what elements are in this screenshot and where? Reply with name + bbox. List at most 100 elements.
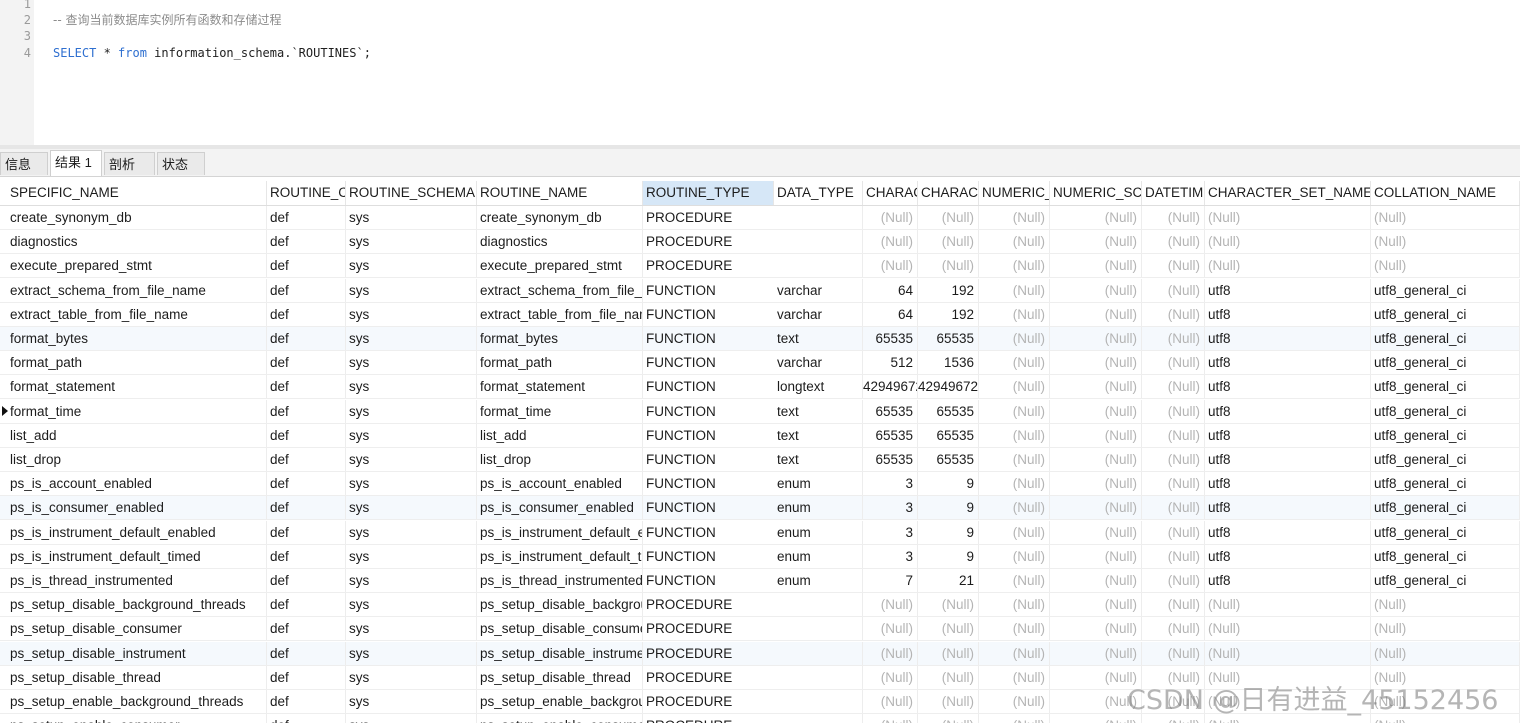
cell-character-octet-length[interactable]: (Null): [918, 206, 979, 229]
cell-routine-schema[interactable]: sys: [346, 496, 477, 520]
cell-data-type[interactable]: varchar: [774, 278, 863, 302]
cell-specific-name[interactable]: list_add: [7, 423, 267, 447]
cell-numeric-precision[interactable]: (Null): [979, 665, 1050, 689]
cell-data-type[interactable]: [774, 714, 863, 723]
cell-routine-name[interactable]: ps_setup_enable_consumer: [477, 714, 643, 723]
cell-specific-name[interactable]: ps_setup_disable_thread: [7, 665, 267, 689]
table-row[interactable]: ps_is_instrument_default_enabled def sys ps…: [0, 520, 1520, 545]
cell-routine-name[interactable]: ps_is_instrument_default_enabled: [477, 520, 643, 544]
cell-numeric-scale[interactable]: (Null): [1050, 423, 1142, 447]
cell-character-octet-length[interactable]: (Null): [918, 617, 979, 641]
cell-specific-name[interactable]: diagnostics: [7, 230, 267, 254]
cell-routine-name[interactable]: format_bytes: [477, 327, 643, 350]
cell-collation-name[interactable]: utf8_general_ci: [1371, 399, 1520, 423]
cell-specific-name[interactable]: ps_setup_disable_consumer: [7, 617, 267, 641]
column-header-character-maximum-length[interactable]: CHARACTER_MAXIMUM_LENGTH: [863, 181, 918, 205]
cell-routine-catalog[interactable]: def: [267, 714, 346, 723]
cell-specific-name[interactable]: ps_is_thread_instrumented: [7, 569, 267, 592]
code-line[interactable]: 2 -- 查询当前数据库实例所有函数和存储过程: [0, 12, 1500, 28]
cell-routine-type[interactable]: FUNCTION: [643, 521, 774, 544]
cell-datetime-precision[interactable]: (Null): [1142, 278, 1205, 302]
cell-datetime-precision[interactable]: (Null): [1142, 327, 1205, 350]
cell-routine-catalog[interactable]: def: [267, 520, 346, 544]
cell-character-maximum-length[interactable]: 3: [863, 496, 918, 520]
cell-routine-catalog[interactable]: def: [267, 327, 346, 350]
cell-datetime-precision[interactable]: (Null): [1142, 206, 1205, 229]
cell-character-octet-length[interactable]: 9: [918, 472, 979, 496]
cell-specific-name[interactable]: extract_schema_from_file_name: [7, 278, 267, 302]
cell-numeric-precision[interactable]: (Null): [979, 690, 1050, 713]
cell-routine-catalog[interactable]: def: [267, 230, 346, 254]
table-row[interactable]: ps_is_instrument_default_timed def sys ps_i…: [0, 544, 1520, 569]
cell-character-maximum-length[interactable]: (Null): [863, 665, 918, 689]
cell-numeric-precision[interactable]: (Null): [979, 399, 1050, 423]
cell-numeric-scale[interactable]: (Null): [1050, 641, 1142, 665]
cell-character-set-name[interactable]: utf8: [1205, 327, 1371, 350]
cell-datetime-precision[interactable]: (Null): [1142, 399, 1205, 423]
cell-character-set-name[interactable]: (Null): [1205, 617, 1371, 641]
result-grid[interactable]: SPECIFIC_NAMEROUTINE_CATALOGROUTINE_SCHE…: [0, 177, 1520, 723]
cell-numeric-scale[interactable]: (Null): [1050, 448, 1142, 471]
table-row[interactable]: format_statement def sys format_statement FU…: [0, 375, 1520, 400]
cell-character-set-name[interactable]: utf8: [1205, 375, 1371, 399]
cell-character-set-name[interactable]: (Null): [1205, 593, 1371, 617]
table-row[interactable]: format_time def sys format_time FUNCTION text…: [0, 399, 1520, 424]
cell-datetime-precision[interactable]: (Null): [1142, 520, 1205, 544]
cell-data-type[interactable]: [774, 206, 863, 229]
table-row[interactable]: list_add def sys list_add FUNCTION text 65535 6…: [0, 423, 1520, 448]
cell-routine-catalog[interactable]: def: [267, 690, 346, 713]
cell-numeric-precision[interactable]: (Null): [979, 569, 1050, 592]
cell-data-type[interactable]: [774, 690, 863, 713]
cell-character-maximum-length[interactable]: 65535: [863, 327, 918, 350]
cell-collation-name[interactable]: utf8_general_ci: [1371, 472, 1520, 496]
tab-2[interactable]: 结果 1: [50, 150, 102, 176]
cell-character-maximum-length[interactable]: (Null): [863, 617, 918, 641]
cell-routine-schema[interactable]: sys: [346, 665, 477, 689]
column-header-numeric-scale[interactable]: NUMERIC_SCALE: [1050, 181, 1142, 205]
cell-character-set-name[interactable]: utf8: [1205, 351, 1371, 375]
cell-routine-type[interactable]: FUNCTION: [643, 448, 774, 471]
cell-routine-name[interactable]: ps_setup_disable_thread: [477, 665, 643, 689]
cell-routine-schema[interactable]: sys: [346, 641, 477, 665]
cell-character-octet-length[interactable]: 9: [918, 544, 979, 568]
cell-data-type[interactable]: [774, 641, 863, 665]
cell-routine-type[interactable]: FUNCTION: [643, 496, 774, 519]
cell-character-maximum-length[interactable]: 3: [863, 544, 918, 568]
cell-numeric-precision[interactable]: (Null): [979, 423, 1050, 447]
cell-routine-name[interactable]: format_statement: [477, 375, 643, 399]
cell-numeric-scale[interactable]: (Null): [1050, 617, 1142, 641]
cell-collation-name[interactable]: utf8_general_ci: [1371, 278, 1520, 302]
column-header-character-set-name[interactable]: CHARACTER_SET_NAME: [1205, 181, 1371, 205]
cell-routine-catalog[interactable]: def: [267, 665, 346, 689]
cell-character-octet-length[interactable]: 192: [918, 302, 979, 326]
cell-routine-catalog[interactable]: def: [267, 569, 346, 592]
cell-routine-catalog[interactable]: def: [267, 448, 346, 471]
cell-collation-name[interactable]: (Null): [1371, 617, 1520, 641]
cell-datetime-precision[interactable]: (Null): [1142, 617, 1205, 641]
cell-character-maximum-length[interactable]: 3: [863, 520, 918, 544]
cell-character-maximum-length[interactable]: (Null): [863, 714, 918, 723]
cell-character-octet-length[interactable]: 65535: [918, 399, 979, 423]
cell-routine-type[interactable]: FUNCTION: [643, 569, 774, 592]
cell-datetime-precision[interactable]: (Null): [1142, 302, 1205, 326]
cell-numeric-precision[interactable]: (Null): [979, 714, 1050, 723]
cell-character-octet-length[interactable]: (Null): [918, 593, 979, 617]
cell-routine-type[interactable]: FUNCTION: [643, 303, 774, 326]
cell-character-set-name[interactable]: (Null): [1205, 230, 1371, 254]
cell-routine-schema[interactable]: sys: [346, 593, 477, 617]
cell-routine-schema[interactable]: sys: [346, 206, 477, 229]
cell-routine-schema[interactable]: sys: [346, 302, 477, 326]
cell-routine-schema[interactable]: sys: [346, 351, 477, 375]
cell-routine-type[interactable]: FUNCTION: [643, 424, 774, 447]
cell-data-type[interactable]: enum: [774, 569, 863, 592]
cell-routine-catalog[interactable]: def: [267, 544, 346, 568]
cell-routine-schema[interactable]: sys: [346, 254, 477, 278]
cell-character-set-name[interactable]: utf8: [1205, 399, 1371, 423]
cell-routine-name[interactable]: ps_setup_disable_instrument: [477, 641, 643, 665]
cell-routine-catalog[interactable]: def: [267, 617, 346, 641]
cell-routine-schema[interactable]: sys: [346, 230, 477, 254]
table-row[interactable]: ps_setup_disable_instrument def sys ps_setu…: [0, 641, 1520, 666]
cell-character-octet-length[interactable]: (Null): [918, 641, 979, 665]
cell-routine-type[interactable]: PROCEDURE: [643, 642, 774, 665]
cell-character-maximum-length[interactable]: (Null): [863, 254, 918, 278]
